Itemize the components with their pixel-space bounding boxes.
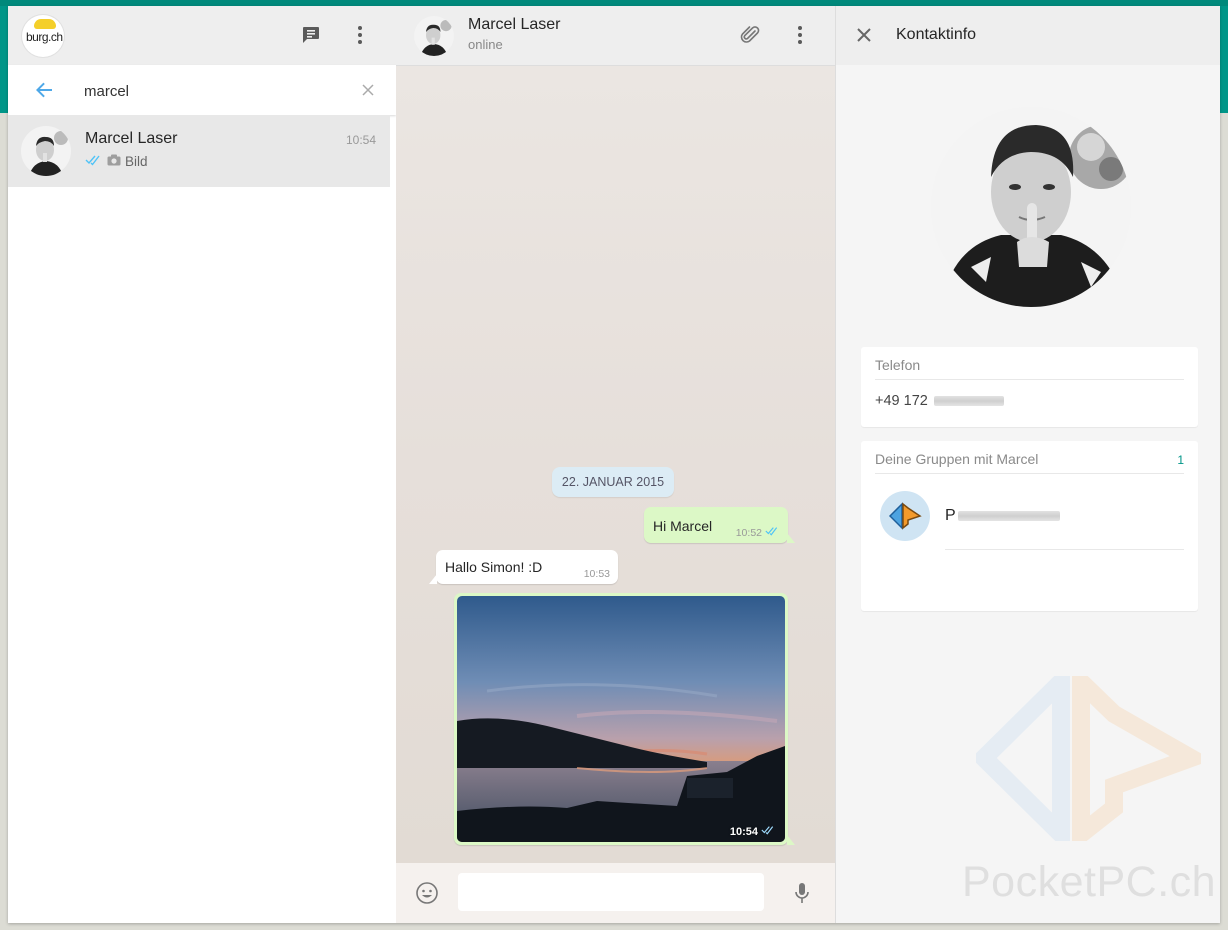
chat-item-time: 10:54 [345, 133, 376, 147]
sunset-photo[interactable] [457, 596, 785, 842]
message-text: Hallo Simon! :D [445, 559, 543, 575]
composer-bar [396, 863, 835, 923]
contact-info-header: Kontaktinfo [836, 6, 1220, 65]
message-time: 10:52 [735, 526, 762, 539]
clear-search-icon[interactable] [354, 76, 382, 104]
message-bubble-outgoing[interactable]: Hi Marcel 10:52 [644, 507, 795, 543]
phone-label: Telefon [875, 357, 921, 373]
search-bar [8, 65, 396, 115]
app-window: burg.ch marcel Marcel Laser 10:54 Bild M… [8, 6, 1220, 923]
group-name-text: P [945, 507, 956, 524]
message-bubble-incoming[interactable]: Hallo Simon! :D 10:53 [429, 550, 618, 584]
group-list-item[interactable]: P [861, 485, 1198, 551]
double-check-icon [761, 825, 776, 838]
redacted-blur [933, 396, 1004, 406]
chat-item-preview: Bild [85, 154, 148, 169]
double-check-icon [765, 526, 780, 539]
image-message-bubble[interactable]: 10:54 [454, 593, 795, 845]
my-profile-avatar[interactable]: burg.ch [22, 15, 64, 57]
contact-info-pane: Kontaktinfo Telefon +49 172 Deine Gruppe… [835, 6, 1220, 923]
conversation-avatar[interactable] [414, 16, 454, 56]
conversation-contact-name: Marcel Laser [468, 16, 561, 33]
date-divider: 22. JANUAR 2015 [552, 467, 674, 497]
message-input[interactable] [458, 873, 764, 911]
watermark-logo [971, 660, 1213, 856]
phone-number-text: +49 172 [875, 393, 928, 409]
contact-info-title: Kontaktinfo [896, 26, 977, 43]
group-name: P [945, 507, 1060, 525]
common-groups-count: 1 [1177, 453, 1184, 467]
message-time: 10:54 [729, 825, 758, 838]
contact-profile-photo[interactable] [931, 107, 1131, 307]
new-chat-icon[interactable] [297, 21, 325, 49]
message-meta: 10:52 [736, 526, 780, 539]
chat-item-preview-text: Bild [125, 154, 148, 169]
search-input[interactable] [82, 78, 346, 104]
double-check-icon [85, 154, 103, 169]
menu-icon[interactable] [346, 21, 374, 49]
contact-avatar [21, 126, 71, 176]
emoji-icon[interactable] [413, 879, 441, 907]
conversation-pane: Marcel Laser online 22. JANUAR 2015 Hi M… [396, 6, 835, 923]
close-icon[interactable] [850, 21, 878, 49]
camera-icon [107, 154, 121, 169]
left-header: burg.ch [8, 6, 396, 65]
conversation-menu-icon[interactable] [786, 21, 814, 49]
chat-list-pane: burg.ch marcel Marcel Laser 10:54 Bild [8, 6, 397, 923]
conversation-contact-status: online [468, 37, 503, 52]
profile-logo-text: burg.ch [26, 30, 63, 44]
redacted-blur [957, 511, 1060, 521]
group-avatar [880, 491, 930, 541]
phone-card: Telefon +49 172 [861, 347, 1198, 427]
common-groups-label: Deine Gruppen mit Marcel [875, 451, 1039, 467]
chat-list-item[interactable]: Marcel Laser 10:54 Bild [8, 115, 390, 187]
back-arrow-icon[interactable] [30, 76, 58, 104]
chat-item-name: Marcel Laser [85, 130, 178, 147]
phone-number[interactable]: +49 172 [875, 393, 1004, 409]
image-message-meta: 10:54 [730, 825, 776, 838]
conversation-header[interactable]: Marcel Laser online [396, 6, 835, 66]
message-time: 10:53 [583, 568, 610, 580]
watermark-text: PocketPC.ch [962, 858, 1217, 906]
microphone-icon[interactable] [788, 879, 816, 907]
common-groups-card: Deine Gruppen mit Marcel 1 P [861, 441, 1198, 611]
attach-icon[interactable] [736, 21, 764, 49]
message-text: Hi Marcel [653, 518, 713, 534]
